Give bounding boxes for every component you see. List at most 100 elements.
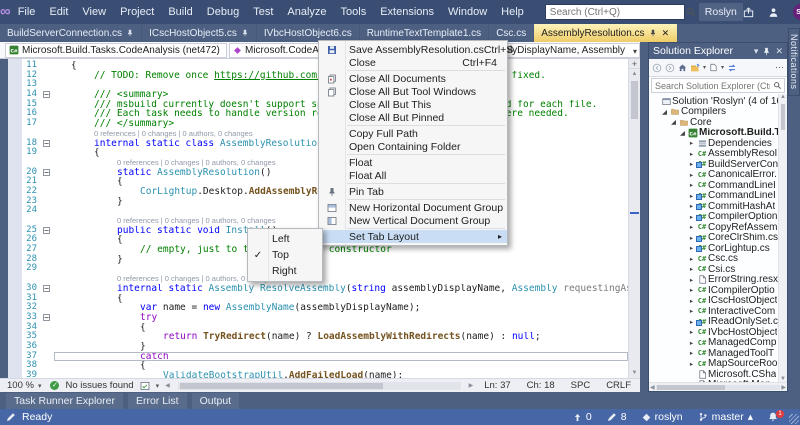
solution-search-input[interactable] (652, 81, 773, 91)
collapse-region-icon[interactable]: − (43, 169, 50, 176)
code-line-36[interactable]: 36} (22, 342, 628, 352)
menu-debug[interactable]: Debug (200, 0, 246, 24)
split-editor-button[interactable]: + (629, 59, 640, 69)
collapse-region-icon[interactable]: − (43, 285, 50, 292)
collapse-region-icon[interactable]: − (43, 91, 50, 98)
tree-item-managedcomp[interactable]: ▸C#ManagedComp (649, 338, 787, 349)
panel-tab-output[interactable]: Output (192, 393, 240, 409)
collapse-region-icon[interactable]: − (43, 314, 50, 321)
code-line-30[interactable]: 30−internal static Assembly ResolveAssem… (22, 284, 628, 294)
menu-item-set-tab-layout[interactable]: Set Tab Layout▸ (319, 230, 507, 243)
line-ending-indicator[interactable]: CRLF (601, 380, 636, 391)
issues-label[interactable]: No issues found (65, 380, 133, 391)
menu-item-float[interactable]: Float (319, 156, 507, 169)
document-tab-assemblyresolution-cs[interactable]: AssemblyResolution.cs✕ (534, 24, 678, 42)
space-mode-indicator[interactable]: SPC (566, 380, 596, 391)
expander-closed-icon[interactable]: ▸ (687, 181, 696, 189)
branch-indicator[interactable]: master ▴ (698, 411, 753, 423)
indicator-margin[interactable] (8, 59, 22, 378)
search-input[interactable] (546, 7, 686, 18)
tree-item-coreclrshim-cs[interactable]: ▸C#CoreClrShim.cs (649, 233, 787, 244)
tree-vertical-scrollbar[interactable]: ▲▼ (778, 94, 787, 382)
code-line-27[interactable]: 27// empty, just to trigger static const… (22, 245, 628, 255)
expander-closed-icon[interactable]: ▸ (687, 171, 696, 179)
tree-item-interactivecom[interactable]: ▸C#InteractiveCom (649, 306, 787, 317)
expander-closed-icon[interactable]: ▸ (687, 244, 696, 252)
menu-help[interactable]: Help (494, 0, 531, 24)
expander-open-icon[interactable]: ◢ (660, 108, 669, 116)
expander-closed-icon[interactable]: ▸ (687, 202, 696, 210)
menu-tools[interactable]: Tools (334, 0, 374, 24)
scroll-down-arrow[interactable]: ▼ (629, 368, 640, 378)
outlining-margin[interactable]: − (40, 168, 54, 178)
expander-closed-icon[interactable]: ▸ (687, 213, 696, 221)
incoming-commits-indicator[interactable]: 0 (573, 411, 592, 423)
expander-closed-icon[interactable]: ▸ (687, 307, 696, 315)
close-tab-icon[interactable]: ✕ (661, 28, 671, 39)
back-icon[interactable] (652, 63, 662, 73)
code-line-33[interactable]: 33−try (22, 313, 628, 323)
menu-item-open-containing-folder[interactable]: Open Containing Folder (319, 140, 507, 153)
tree-item-csi-cs[interactable]: ▸C#Csi.cs (649, 264, 787, 275)
tree-item-solution-roslyn-4-of-168-pro[interactable]: Solution 'Roslyn' (4 of 168 pro (649, 96, 787, 107)
solution-name-label[interactable]: Roslyn (699, 3, 743, 21)
tree-item-microsoft-build-ta[interactable]: ◢C#Microsoft.Build.Ta (649, 128, 787, 139)
expander-closed-icon[interactable]: ▸ (687, 265, 696, 273)
sync-with-active-document-icon[interactable] (727, 63, 737, 73)
menu-project[interactable]: Project (113, 0, 161, 24)
health-indicator-icon[interactable] (140, 381, 150, 391)
tree-item-compilers[interactable]: ◢Compilers (649, 107, 787, 118)
document-tab-buildserverconnection-cs[interactable]: BuildServerConnection.cs (0, 24, 142, 42)
tree-item-mapsourceroo[interactable]: ▸C#MapSourceRoo (649, 359, 787, 370)
code-line-28[interactable]: 28} (22, 255, 628, 265)
menu-build[interactable]: Build (161, 0, 199, 24)
switch-views-icon[interactable] (690, 63, 700, 73)
home-icon[interactable] (678, 63, 687, 72)
tree-item-microsoft-man[interactable]: Microsoft.Man (649, 380, 787, 383)
outlining-margin[interactable]: − (40, 90, 54, 100)
solution-explorer-titlebar[interactable]: Solution Explorer ▾ ✕ (649, 43, 787, 59)
code-line-39[interactable]: 39ValidateBootstrapUtil.AddFailedLoad(na… (22, 371, 628, 378)
tree-item-icompileroptio[interactable]: ▸C#ICompilerOptio (649, 285, 787, 296)
tree-item-buildservercon[interactable]: ▸C#BuildServerCon (649, 159, 787, 170)
menu-file[interactable]: File (11, 0, 43, 24)
menu-item-pin-tab[interactable]: Pin Tab (319, 185, 507, 198)
tree-item-managedtoolt[interactable]: ▸C#ManagedToolT (649, 348, 787, 359)
repository-indicator[interactable]: roslyn (642, 411, 683, 423)
code-line-32[interactable]: 32var name = new AssemblyName(assemblyDi… (22, 303, 628, 313)
expander-open-icon[interactable]: ◢ (678, 129, 687, 137)
collapse-region-icon[interactable]: − (43, 140, 50, 147)
menu-item-new-vertical-document-group[interactable]: New Vertical Document Group (319, 214, 507, 227)
expander-closed-icon[interactable]: ▸ (687, 286, 696, 294)
scroll-right-arrow[interactable]: ▶ (469, 382, 474, 389)
tree-item-icschostobject[interactable]: ▸C#ICscHostObject (649, 296, 787, 307)
menu-item-close-all-documents[interactable]: Close All Documents (319, 72, 507, 85)
tree-item-ivbchostobject[interactable]: ▸C#IVbcHostObject (649, 327, 787, 338)
tree-item-microsoft-csha[interactable]: Microsoft.CSha (649, 369, 787, 380)
menu-item-float-all[interactable]: Float All (319, 169, 507, 182)
pin-icon[interactable] (762, 47, 771, 56)
quick-search-box[interactable] (545, 4, 685, 20)
menu-item-close-all-but-pinned[interactable]: Close All But Pinned (319, 111, 507, 124)
avatar[interactable]: SS (793, 4, 800, 20)
share-icon[interactable] (743, 7, 754, 18)
tree-item-commithashat[interactable]: ▸C#CommitHashAt (649, 201, 787, 212)
collapse-region-icon[interactable]: − (43, 227, 50, 234)
submenu-item-right[interactable]: Right (248, 263, 322, 279)
notifications-bell[interactable]: 1 (768, 412, 778, 422)
feedback-icon[interactable] (768, 7, 779, 18)
expander-closed-icon[interactable]: ▸ (687, 160, 696, 168)
expander-closed-icon[interactable]: ▸ (687, 234, 696, 242)
outlining-margin[interactable]: − (40, 139, 54, 149)
close-panel-icon[interactable]: ✕ (775, 46, 783, 57)
pending-changes-indicator[interactable]: 8 (607, 411, 627, 423)
tree-item-dependencies[interactable]: ▸Dependencies (649, 138, 787, 149)
tree-item-commandlinei[interactable]: ▸C#CommandLineI (649, 180, 787, 191)
tree-item-assemblyresol[interactable]: ▸C#AssemblyResol (649, 149, 787, 160)
expander-closed-icon[interactable]: ▸ (687, 328, 696, 336)
expander-closed-icon[interactable]: ▸ (687, 297, 696, 305)
outlining-margin[interactable]: − (40, 284, 54, 294)
tree-horizontal-scrollbar[interactable]: ◀▶ (649, 382, 787, 391)
line-indicator[interactable]: Ln: 37 (479, 380, 515, 391)
menu-analyze[interactable]: Analyze (280, 0, 333, 24)
